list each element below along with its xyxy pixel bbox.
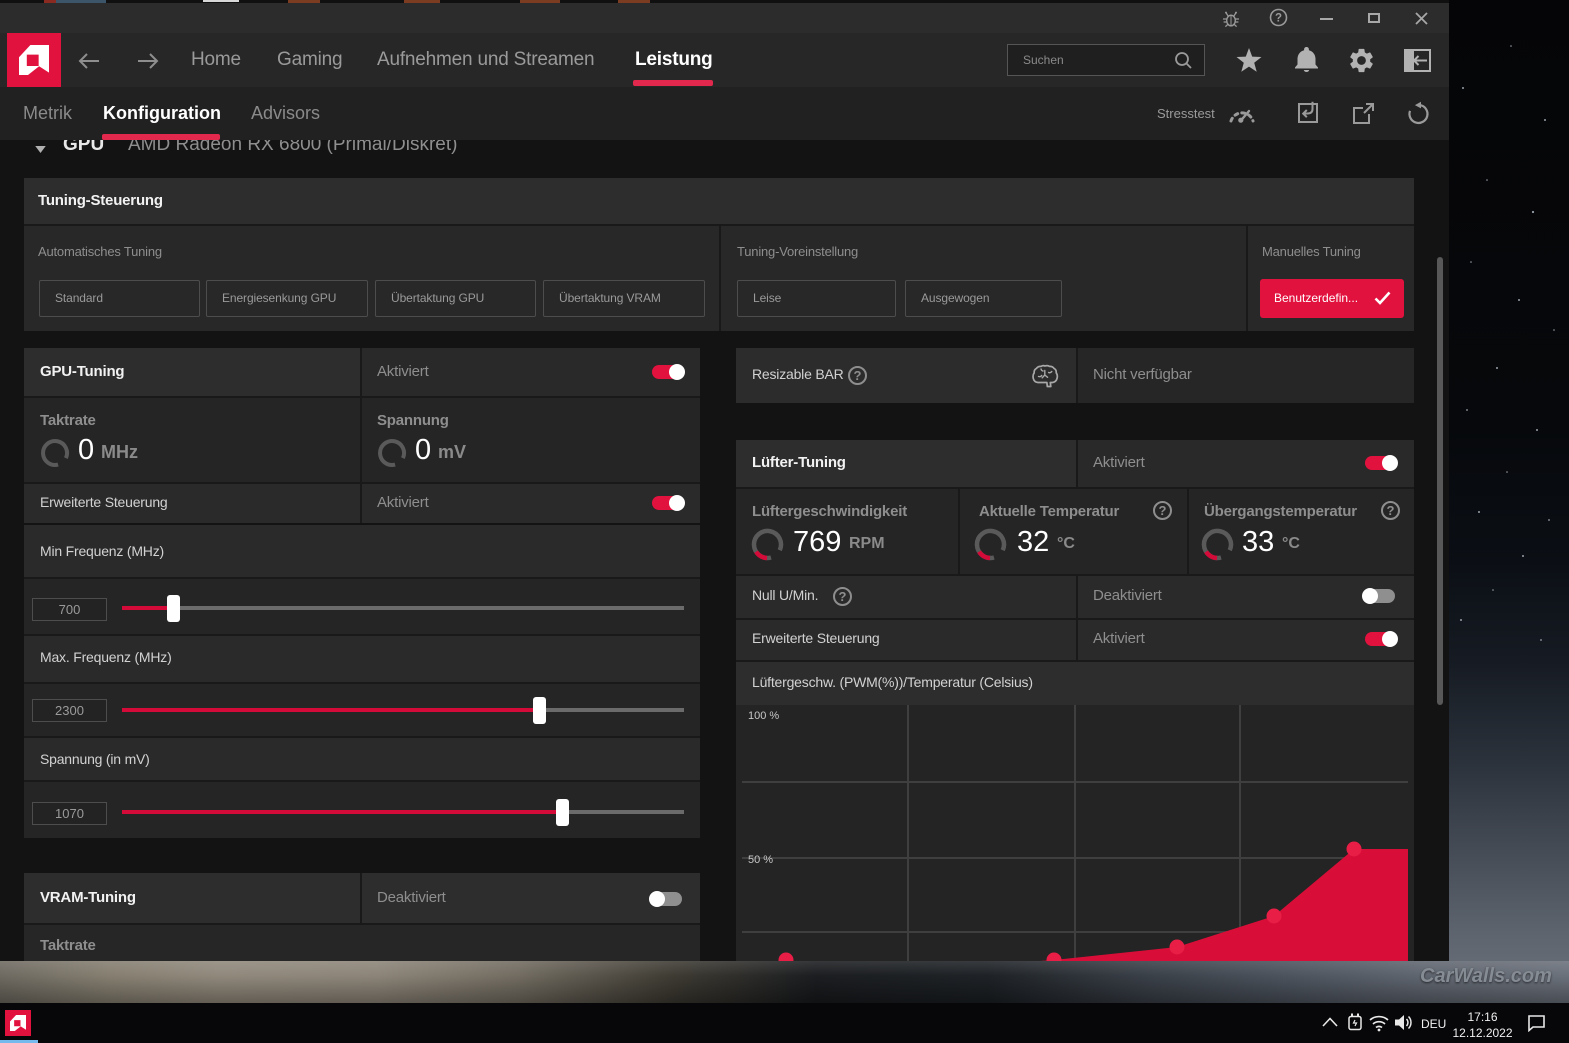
svg-text:100 %: 100 % [748, 710, 779, 722]
svg-text:50 %: 50 % [748, 854, 773, 866]
svg-text:?: ? [1275, 13, 1282, 25]
